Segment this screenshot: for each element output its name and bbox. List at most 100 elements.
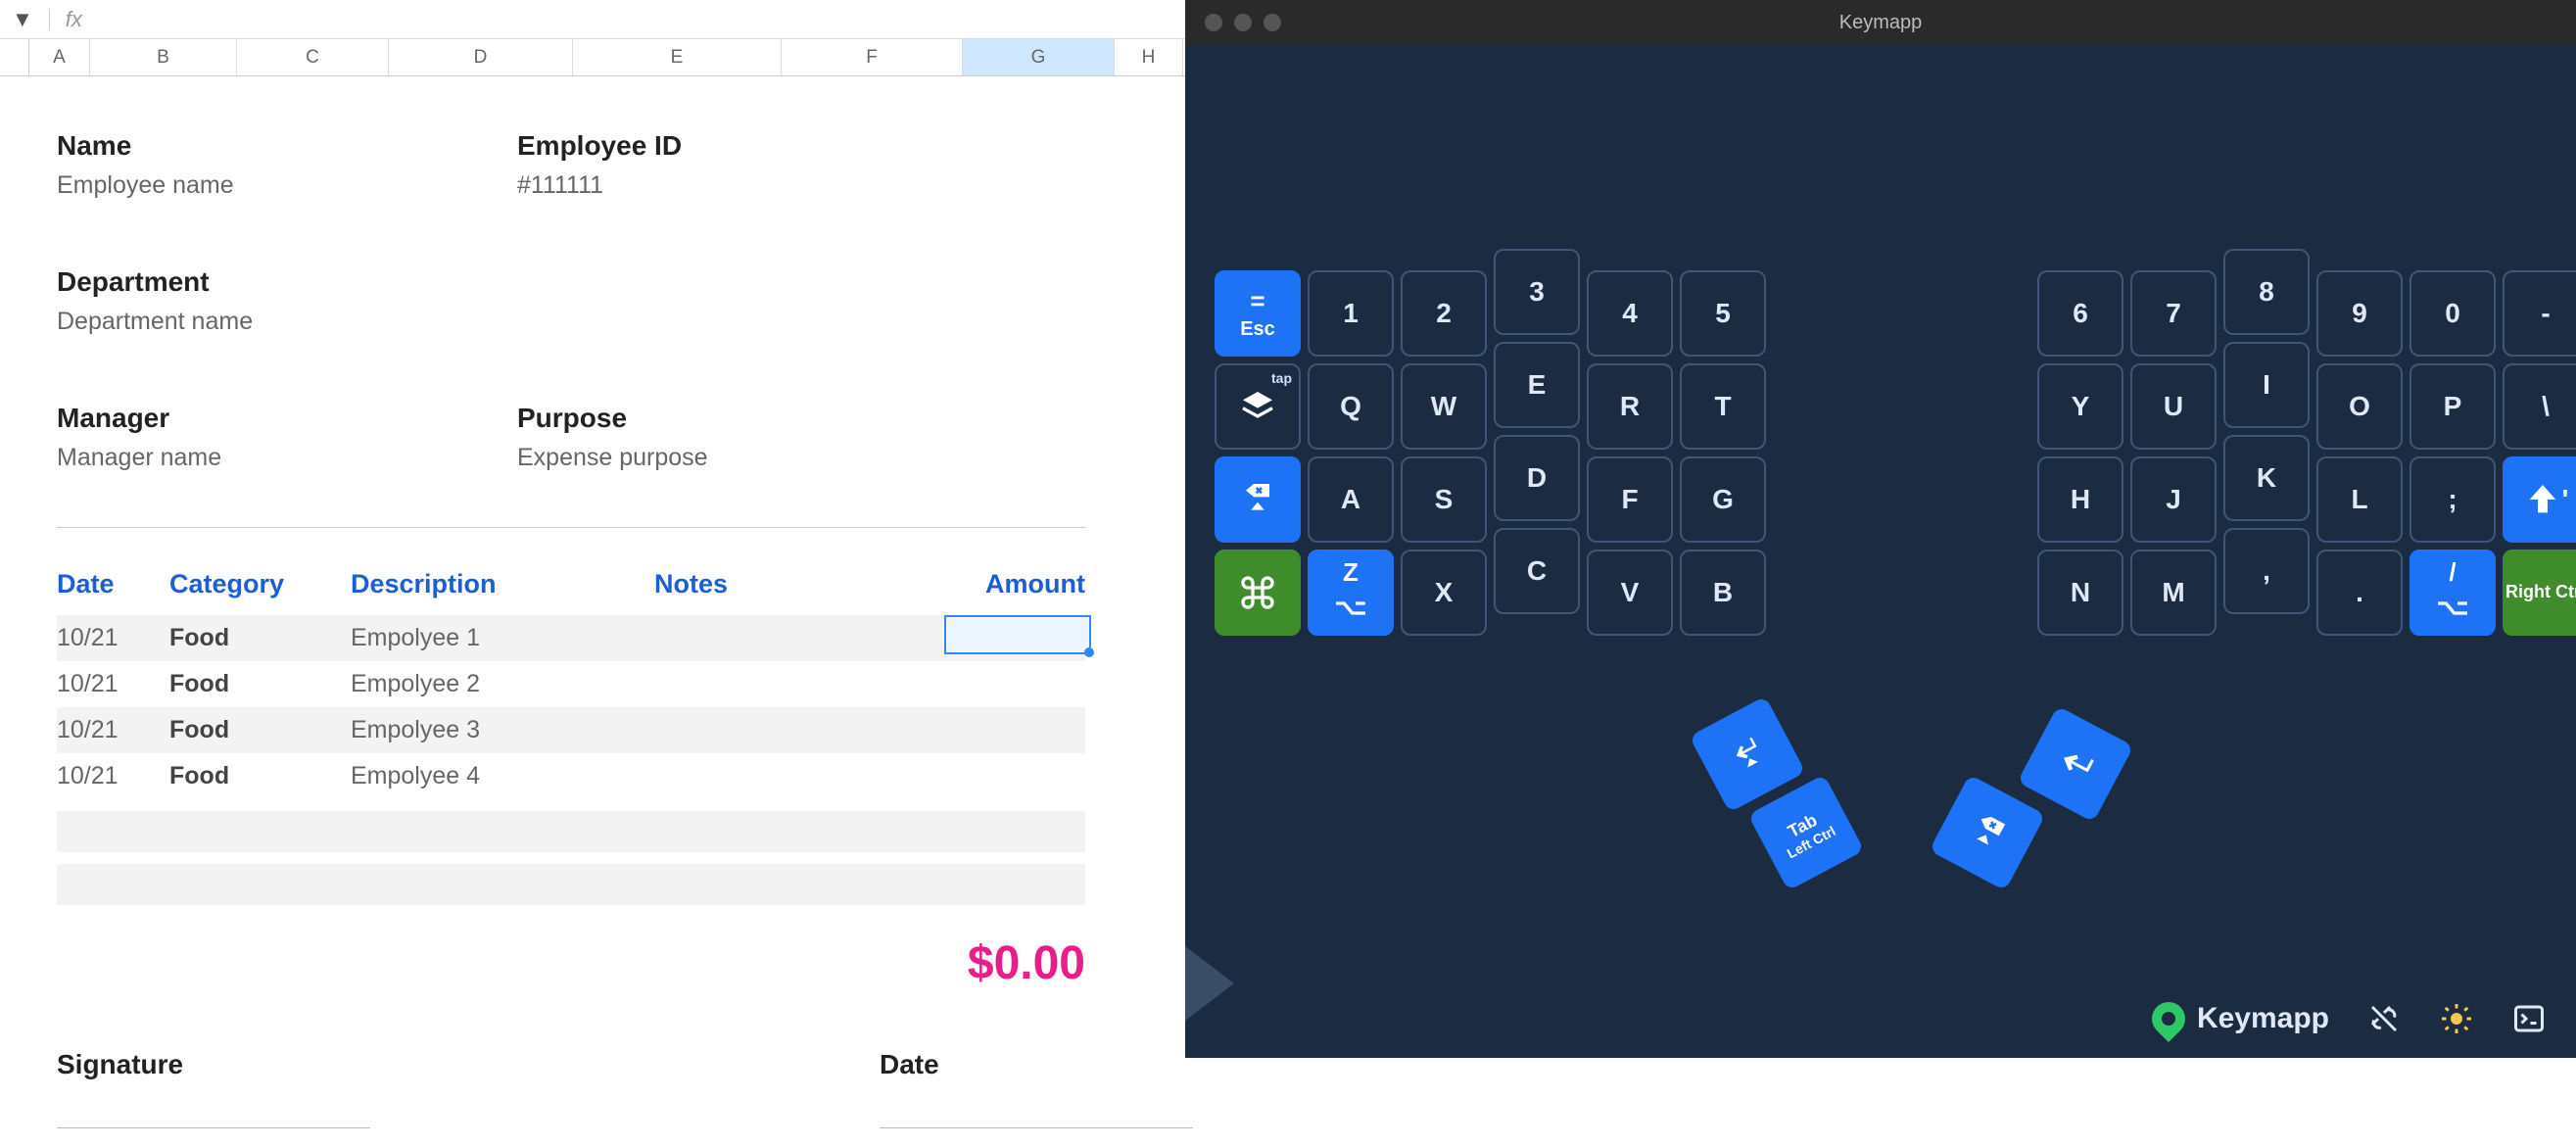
key-5[interactable]: 5 [1680, 270, 1766, 357]
cell-amount[interactable] [968, 670, 1085, 698]
cell-description[interactable]: Empolyee 4 [351, 762, 654, 790]
col-header-A[interactable]: A [29, 39, 90, 75]
key-9[interactable]: 9 [2316, 270, 2403, 357]
table-row[interactable]: 10/21FoodEmpolyee 4 [57, 753, 1085, 799]
key-a[interactable]: A [1308, 456, 1394, 543]
maximize-icon[interactable] [1264, 14, 1281, 31]
key-p[interactable]: P [2409, 363, 2496, 450]
key-bkspc-shift[interactable] [1215, 456, 1301, 543]
cell-amount[interactable] [968, 716, 1085, 744]
brightness-icon[interactable] [2439, 1001, 2474, 1036]
date-line[interactable] [880, 1127, 1193, 1128]
empty-row[interactable] [57, 811, 1085, 852]
key-d[interactable]: D [1494, 435, 1580, 521]
select-all-corner[interactable] [0, 39, 29, 75]
col-header-B[interactable]: B [90, 39, 237, 75]
cell-category[interactable]: Food [169, 716, 351, 744]
close-icon[interactable] [1205, 14, 1222, 31]
key-l[interactable]: L [2316, 456, 2403, 543]
minimize-icon[interactable] [1234, 14, 1252, 31]
key-o[interactable]: O [2316, 363, 2403, 450]
expand-chevron-icon[interactable] [1185, 946, 1234, 1021]
key-j[interactable]: J [2130, 456, 2217, 543]
cell-description[interactable]: Empolyee 1 [351, 624, 654, 652]
cell-notes[interactable] [654, 762, 968, 790]
key-layer[interactable] [1215, 363, 1301, 450]
key--shift[interactable]: ' [2503, 456, 2576, 543]
table-row[interactable]: 10/21FoodEmpolyee 2 [57, 661, 1085, 707]
key-1[interactable]: 1 [1308, 270, 1394, 357]
key-z-alt[interactable]: Z [1308, 550, 1394, 636]
table-row[interactable]: 10/21FoodEmpolyee 1 [57, 615, 1085, 661]
key-g[interactable]: G [1680, 456, 1766, 543]
key--[interactable]: ; [2409, 456, 2496, 543]
active-cell-cursor[interactable] [944, 615, 1091, 654]
thumb-key[interactable] [2017, 705, 2133, 822]
signature-line[interactable] [57, 1127, 370, 1128]
key--[interactable]: - [2503, 270, 2576, 357]
titlebar[interactable]: Keymapp [1185, 0, 2576, 45]
key-8[interactable]: 8 [2223, 249, 2310, 335]
key-i[interactable]: I [2223, 342, 2310, 428]
cell-category[interactable]: Food [169, 762, 351, 790]
key-cmd[interactable] [1215, 550, 1301, 636]
brand[interactable]: Keymapp [2152, 1002, 2329, 1035]
key-n[interactable]: N [2037, 550, 2123, 636]
cell-date[interactable]: 10/21 [57, 670, 169, 698]
traffic-lights[interactable] [1205, 14, 1281, 31]
key-f[interactable]: F [1587, 456, 1673, 543]
key-2[interactable]: 2 [1401, 270, 1487, 357]
value[interactable]: Expense purpose [517, 444, 772, 472]
col-header-C[interactable]: C [237, 39, 389, 75]
key-v[interactable]: V [1587, 550, 1673, 636]
cell-amount[interactable] [968, 624, 1085, 652]
cell-notes[interactable] [654, 670, 968, 698]
value[interactable]: Employee name [57, 171, 311, 200]
key-x[interactable]: X [1401, 550, 1487, 636]
key-h[interactable]: H [2037, 456, 2123, 543]
value[interactable]: Department name [57, 308, 311, 336]
name-box-dropdown[interactable]: ▼ [12, 7, 33, 32]
key-3[interactable]: 3 [1494, 249, 1580, 335]
key--[interactable]: , [2223, 528, 2310, 614]
cell-category[interactable]: Food [169, 670, 351, 698]
formula-bar[interactable]: ▼ fx [0, 0, 1185, 39]
key-e[interactable]: E [1494, 342, 1580, 428]
key-c[interactable]: C [1494, 528, 1580, 614]
thumb-key[interactable] [1929, 774, 2045, 890]
key--alt[interactable]: / [2409, 550, 2496, 636]
key-right-ctrl[interactable]: Right Ctrl [2503, 550, 2576, 636]
col-header-E[interactable]: E [573, 39, 782, 75]
cell-notes[interactable] [654, 624, 968, 652]
table-row[interactable]: 10/21FoodEmpolyee 3 [57, 707, 1085, 753]
col-header-F[interactable]: F [782, 39, 963, 75]
disconnect-icon[interactable] [2366, 1001, 2402, 1036]
key-b[interactable]: B [1680, 550, 1766, 636]
col-header-G[interactable]: G [963, 39, 1115, 75]
key-s[interactable]: S [1401, 456, 1487, 543]
cell-category[interactable]: Food [169, 624, 351, 652]
cell-notes[interactable] [654, 716, 968, 744]
key-t[interactable]: T [1680, 363, 1766, 450]
key-w[interactable]: W [1401, 363, 1487, 450]
value[interactable]: #111111 [517, 171, 772, 200]
cell-amount[interactable] [968, 762, 1085, 790]
key-6[interactable]: 6 [2037, 270, 2123, 357]
cell-date[interactable]: 10/21 [57, 624, 169, 652]
key-m[interactable]: M [2130, 550, 2217, 636]
cell-date[interactable]: 10/21 [57, 716, 169, 744]
terminal-icon[interactable] [2511, 1001, 2547, 1036]
key-4[interactable]: 4 [1587, 270, 1673, 357]
cell-date[interactable]: 10/21 [57, 762, 169, 790]
empty-row[interactable] [57, 864, 1085, 905]
key-q[interactable]: Q [1308, 363, 1394, 450]
key-0[interactable]: 0 [2409, 270, 2496, 357]
key-y[interactable]: Y [2037, 363, 2123, 450]
col-header-H[interactable]: H [1115, 39, 1183, 75]
cell-description[interactable]: Empolyee 2 [351, 670, 654, 698]
key--[interactable]: . [2316, 550, 2403, 636]
key-u[interactable]: U [2130, 363, 2217, 450]
col-header-D[interactable]: D [389, 39, 573, 75]
cell-description[interactable]: Empolyee 3 [351, 716, 654, 744]
value[interactable]: Manager name [57, 444, 311, 472]
